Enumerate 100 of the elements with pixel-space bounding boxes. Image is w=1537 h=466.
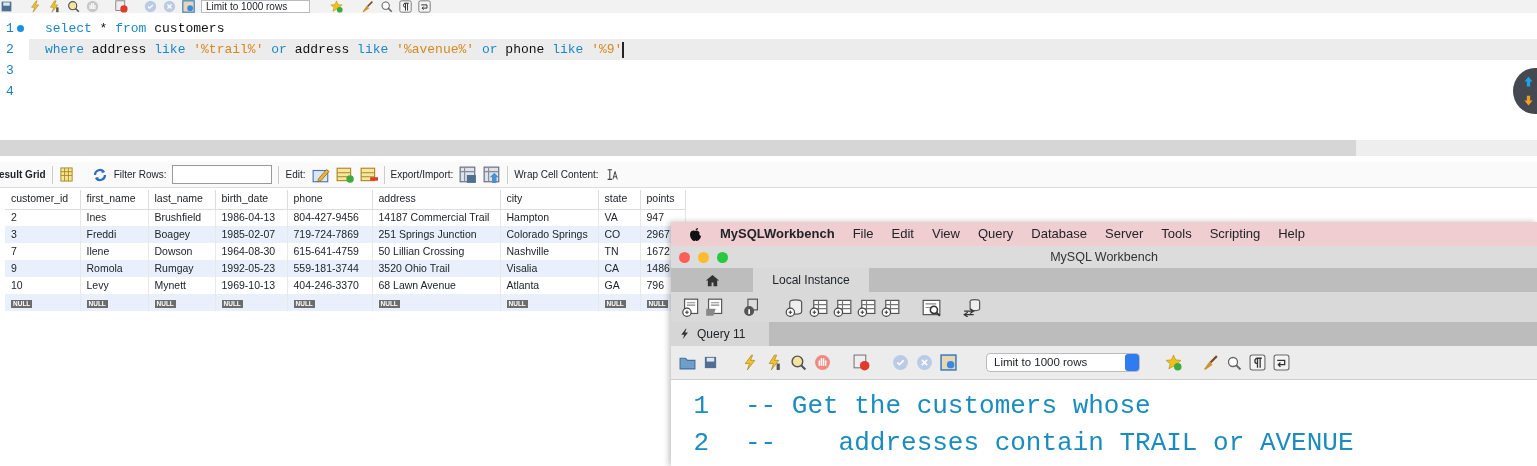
add-snippet-icon[interactable] [330,0,344,13]
table-cell: Mynett [154,278,186,291]
create-function-icon[interactable] [881,297,900,317]
save-icon[interactable] [0,0,13,13]
explain-icon[interactable] [790,354,807,371]
scrollbar-thumb[interactable] [0,140,1356,156]
connection-tab[interactable]: Local Instance [753,268,869,292]
table-cell: 2967 [646,227,670,240]
column-header[interactable]: phone [287,190,372,209]
save-icon[interactable] [703,355,718,370]
create-schema-icon[interactable] [785,297,804,317]
table-cell: 615-641-4759 [293,244,359,257]
table-cell: 251 Springs Junction [378,227,477,240]
open-sql-icon[interactable] [705,297,724,317]
create-procedure-icon[interactable] [857,297,876,317]
filter-label: Filter Rows: [113,168,167,182]
column-header[interactable]: last_name [148,190,215,209]
table-cell: 1986-04-13 [221,210,276,223]
menu-item[interactable]: Query [977,224,1014,244]
word-wrap-icon[interactable] [1273,354,1290,371]
info-icon[interactable] [742,297,761,317]
beautify-icon[interactable] [361,0,375,13]
create-table-icon[interactable] [809,297,828,317]
migration-icon[interactable] [963,297,982,317]
stop-icon[interactable] [814,354,831,371]
execute-current-icon[interactable] [766,354,783,371]
menu-item[interactable]: Database [1031,224,1087,244]
wrap-label: Wrap Cell Content: [514,168,599,182]
create-view-icon[interactable] [833,297,852,317]
table-cell: Boagey [154,227,191,240]
export-icon[interactable] [459,165,478,184]
invisible-chars-icon[interactable] [1249,354,1266,371]
table-cell: Ilene [86,244,110,257]
table-cell: 1964-08-30 [221,244,276,257]
line-number: 2 [5,40,15,59]
apple-icon[interactable] [689,226,702,242]
table-cell: 804-427-9456 [293,210,359,223]
limit-dropdown[interactable]: Limit to 1000 rows [201,0,311,13]
home-icon[interactable] [704,272,720,288]
table-cell: 9 [11,261,17,274]
table-cell: 559-181-3744 [293,261,359,274]
table-cell: Romola [86,261,123,274]
table-cell: Atlanta [506,278,540,291]
table-cell: VA [604,210,618,223]
inspector-icon[interactable] [922,297,941,317]
import-icon[interactable] [483,165,502,184]
beautify-icon[interactable] [1202,354,1219,371]
menu-item[interactable]: Server [1105,224,1144,244]
autocommit-icon[interactable] [182,0,195,13]
menu-item[interactable]: Tools [1161,224,1192,244]
table-cell: 1486 [646,261,670,274]
column-header[interactable]: first_name [80,190,148,209]
table-cell: TN [604,244,619,257]
new-sql-tab-icon[interactable] [681,297,700,317]
table-cell: 3520 Ohio Trail [378,261,450,274]
column-header[interactable]: points [640,190,685,209]
table-cell: 1992-05-23 [221,261,276,274]
add-row-icon[interactable] [335,165,354,184]
table-cell: Levy [86,278,109,291]
filter-field[interactable] [172,165,273,184]
add-snippet-icon[interactable] [1165,354,1182,371]
line-number: 1 [5,19,15,38]
column-header[interactable]: customer_id [5,190,80,209]
column-header[interactable]: city [500,190,598,209]
stop-on-error-icon[interactable] [115,0,128,13]
grid-icon[interactable] [58,167,74,182]
sql-editor[interactable]: 1 select * from customers 2 where address like '%trail%' or address like '%avenue%' or phone like '%9' 3 4 [0,13,1537,140]
table-cell: 7 [11,244,17,257]
table-cell: 50 Lillian Crossing [378,244,465,257]
table-cell: 1969-10-13 [221,278,276,291]
column-header[interactable]: address [372,190,500,209]
search-icon[interactable] [380,0,394,13]
app-menu[interactable]: MySQLWorkbench [720,224,835,244]
delete-row-icon[interactable] [359,165,378,184]
table-cell: Rumgay [154,261,194,274]
menu-item[interactable]: File [852,224,874,244]
table-cell: 719-724-7869 [293,227,359,240]
menu-item[interactable]: Scripting [1209,224,1261,244]
table-cell: 2 [11,210,17,223]
execute-current-icon[interactable] [48,0,61,13]
search-icon[interactable] [1226,354,1242,371]
autocommit-icon[interactable] [940,354,957,371]
explain-icon[interactable] [67,0,80,13]
menu-item[interactable]: View [932,224,960,244]
menu-item[interactable]: Help [1278,224,1305,244]
up-arrow-icon[interactable] [1521,74,1535,88]
table-cell: 1985-02-07 [221,227,276,240]
table-cell: Ines [86,210,107,223]
limit-dropdown[interactable]: Limit to 1000 rows [986,353,1140,372]
column-header[interactable]: state [598,190,640,209]
menu-item[interactable]: Edit [891,224,914,244]
query-tab[interactable]: Query 11 [671,322,769,346]
refresh-icon[interactable] [91,166,108,183]
window-title: MySQL Workbench [1050,249,1158,264]
column-header[interactable]: birth_date [215,190,287,209]
table-cell: 68 Lawn Avenue [378,278,456,291]
stop-on-error-icon[interactable] [853,354,870,371]
table-cell: Dowson [154,244,193,257]
table-cell: 10 [11,278,23,291]
invisible-chars-icon[interactable] [399,0,413,13]
